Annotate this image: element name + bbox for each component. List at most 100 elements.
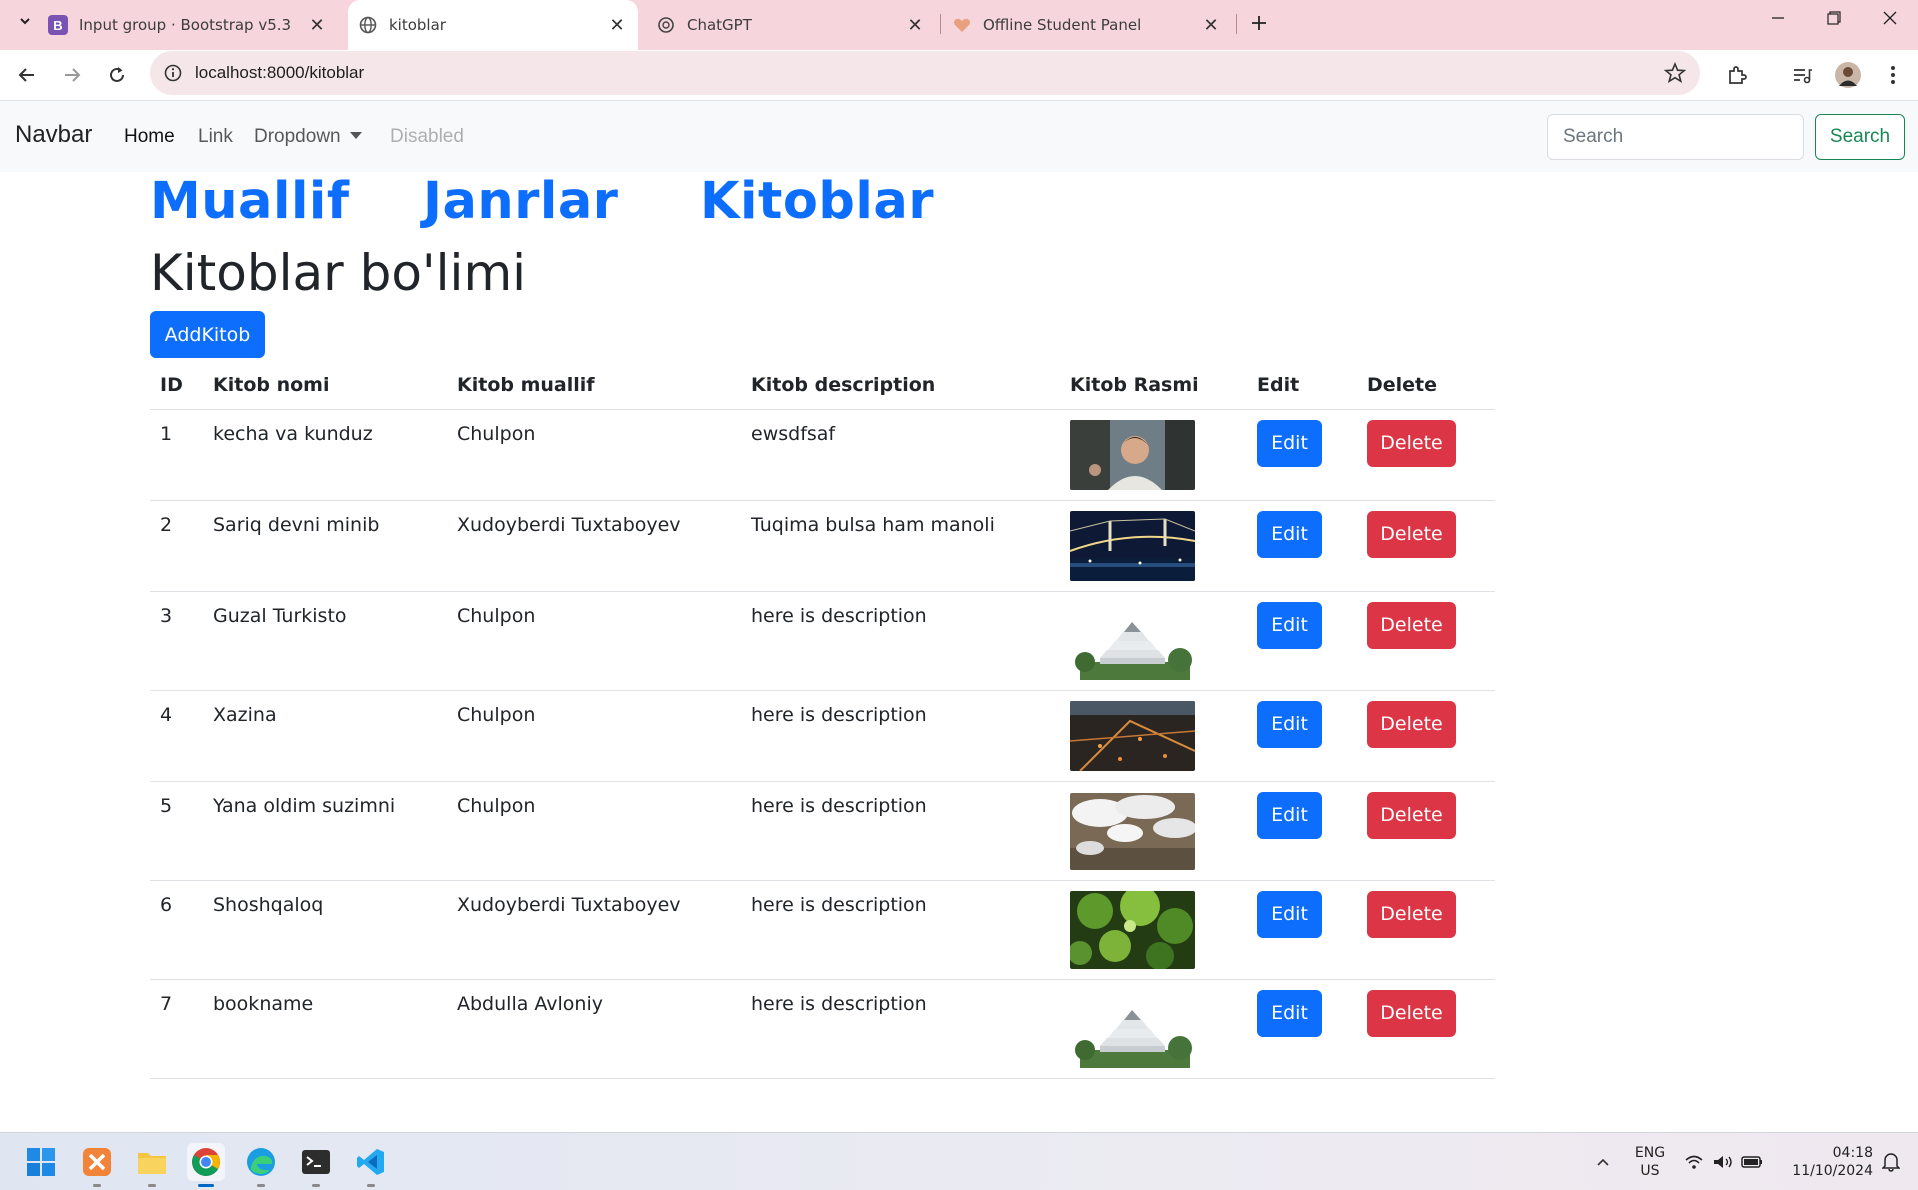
- close-icon[interactable]: ✕: [1200, 14, 1222, 36]
- menu-kebab-icon[interactable]: [1878, 60, 1908, 90]
- vscode-icon[interactable]: [352, 1143, 390, 1187]
- cell-edit: Edit: [1247, 880, 1357, 980]
- bookmark-star-icon[interactable]: [1663, 61, 1687, 84]
- nav-link-link[interactable]: Link: [198, 126, 233, 148]
- profile-avatar-icon[interactable]: [1833, 60, 1863, 90]
- edit-button[interactable]: Edit: [1257, 791, 1322, 839]
- media-controls-icon[interactable]: [1787, 60, 1817, 90]
- cell-description: here is description: [741, 690, 1060, 782]
- terminal-icon[interactable]: [297, 1143, 335, 1187]
- edit-button[interactable]: Edit: [1257, 601, 1322, 649]
- cell-author: Chulpon: [447, 781, 741, 881]
- edge-icon[interactable]: [242, 1143, 280, 1187]
- delete-button[interactable]: Delete: [1367, 989, 1456, 1037]
- search-button[interactable]: Search: [1815, 114, 1905, 160]
- forward-arrow-icon[interactable]: [55, 58, 89, 92]
- column-header-id: ID: [150, 361, 203, 410]
- close-icon[interactable]: ✕: [606, 14, 628, 36]
- tab-search-chevron-icon[interactable]: [12, 8, 38, 34]
- nav-link-home[interactable]: Home: [124, 126, 175, 148]
- close-window-icon[interactable]: [1862, 0, 1918, 36]
- tab-label: kitoblar: [389, 16, 446, 34]
- heart-icon: [952, 15, 972, 35]
- cell-author: Chulpon: [447, 591, 741, 691]
- close-icon[interactable]: ✕: [306, 14, 328, 36]
- cell-id: 5: [150, 781, 203, 881]
- cell-author: Chulpon: [447, 409, 741, 501]
- system-tray-status[interactable]: [1680, 1143, 1770, 1181]
- cell-name: kecha va kunduz: [203, 409, 447, 501]
- extensions-puzzle-icon[interactable]: [1722, 60, 1752, 90]
- cell-author: Abdulla Avloniy: [447, 979, 741, 1079]
- edit-button[interactable]: Edit: [1257, 890, 1322, 938]
- section-link-janrlar[interactable]: Janrlar: [423, 172, 618, 231]
- cell-image: [1060, 500, 1247, 592]
- browser-tab-bootstrap[interactable]: B Input group · Bootstrap v5.3 ✕: [48, 0, 338, 50]
- browser-tab-student-panel[interactable]: Offline Student Panel ✕: [952, 0, 1232, 50]
- notification-bell-icon[interactable]: [1876, 1143, 1906, 1181]
- language-label: ENG: [1634, 1145, 1666, 1161]
- delete-button[interactable]: Delete: [1367, 700, 1456, 748]
- add-kitob-button[interactable]: AddKitob: [150, 311, 265, 358]
- new-tab-plus-icon[interactable]: [1244, 8, 1274, 38]
- edit-button[interactable]: Edit: [1257, 989, 1322, 1037]
- edit-button[interactable]: Edit: [1257, 510, 1322, 558]
- cell-name: Sariq devni minib: [203, 500, 447, 592]
- delete-button[interactable]: Delete: [1367, 419, 1456, 467]
- minimize-icon[interactable]: [1750, 0, 1806, 36]
- delete-button[interactable]: Delete: [1367, 601, 1456, 649]
- active-indicator: [198, 1184, 214, 1187]
- url-text[interactable]: localhost:8000/kitoblar: [195, 63, 364, 83]
- site-info-icon[interactable]: [163, 63, 183, 83]
- cell-description: here is description: [741, 781, 1060, 881]
- globe-icon: [358, 15, 378, 35]
- xampp-icon[interactable]: [78, 1143, 116, 1187]
- cell-description: ewsdfsaf: [741, 409, 1060, 501]
- reload-icon[interactable]: [100, 58, 134, 92]
- language-indicator[interactable]: ENG US: [1628, 1144, 1672, 1180]
- svg-text:B: B: [53, 18, 62, 33]
- table-row: 6 Shoshqaloq Xudoyberdi Tuxtaboyev here …: [150, 880, 1495, 980]
- column-header-description: Kitob description: [741, 361, 1060, 410]
- edit-button[interactable]: Edit: [1257, 419, 1322, 467]
- search-input[interactable]: [1547, 114, 1804, 160]
- running-indicator: [148, 1184, 156, 1187]
- running-indicator: [312, 1184, 320, 1187]
- close-icon[interactable]: ✕: [904, 14, 926, 36]
- page-navbar: Navbar Home Link Dropdown Disabled Searc…: [0, 100, 1918, 172]
- section-link-muallif[interactable]: Muallif: [150, 172, 350, 231]
- cell-id: 2: [150, 500, 203, 592]
- clock-time: 04:18: [1832, 1145, 1873, 1161]
- cell-id: 6: [150, 880, 203, 980]
- file-explorer-icon[interactable]: [133, 1143, 171, 1187]
- book-image-clouds-aerial: [1070, 792, 1195, 870]
- restore-icon[interactable]: [1806, 0, 1862, 36]
- delete-button[interactable]: Delete: [1367, 791, 1456, 839]
- clock[interactable]: 04:18 11/10/2024: [1785, 1144, 1873, 1180]
- nav-dropdown[interactable]: Dropdown: [254, 126, 362, 148]
- tray-chevron-up-icon[interactable]: [1584, 1143, 1622, 1181]
- caret-down-icon: [349, 132, 362, 139]
- book-image-bridge-night: [1070, 510, 1195, 581]
- tab-label: Input group · Bootstrap v5.3: [79, 16, 292, 34]
- navbar-brand[interactable]: Navbar: [15, 121, 92, 149]
- edit-button[interactable]: Edit: [1257, 700, 1322, 748]
- cell-delete: Delete: [1357, 781, 1495, 881]
- table-row: 1 kecha va kunduz Chulpon ewsdfsaf Edit …: [150, 409, 1495, 501]
- browser-tab-chatgpt[interactable]: ChatGPT ✕: [656, 0, 936, 50]
- cell-id: 1: [150, 409, 203, 501]
- windows-start-icon[interactable]: [22, 1143, 60, 1181]
- back-arrow-icon[interactable]: [10, 58, 44, 92]
- chrome-icon[interactable]: [187, 1143, 225, 1187]
- browser-tab-kitoblar[interactable]: kitoblar ✕: [348, 0, 638, 50]
- cell-delete: Delete: [1357, 690, 1495, 782]
- delete-button[interactable]: Delete: [1367, 890, 1456, 938]
- cell-description: here is description: [741, 591, 1060, 691]
- delete-button[interactable]: Delete: [1367, 510, 1456, 558]
- cell-image: [1060, 690, 1247, 782]
- cell-edit: Edit: [1247, 409, 1357, 501]
- book-image-city-night: [1070, 700, 1195, 771]
- table-row: 4 Xazina Chulpon here is description Edi…: [150, 690, 1495, 782]
- section-link-kitoblar[interactable]: Kitoblar: [700, 172, 934, 231]
- address-bar[interactable]: localhost:8000/kitoblar: [150, 51, 1700, 95]
